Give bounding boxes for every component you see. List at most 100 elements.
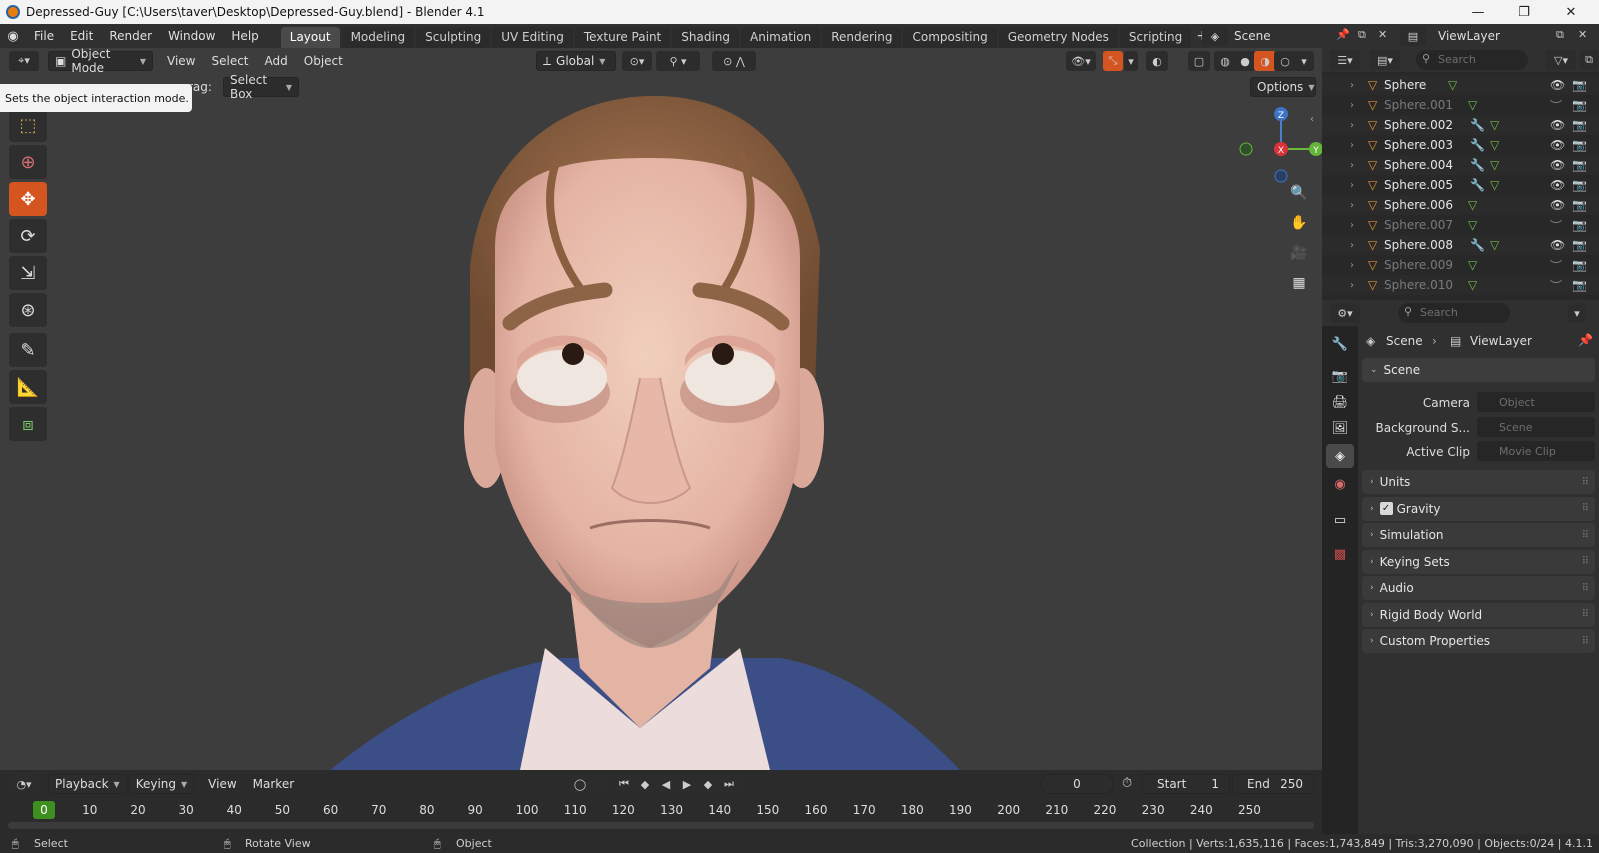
expand-chevron-icon[interactable]: › (1350, 80, 1354, 91)
new-collection-icon[interactable]: ⧉ (1580, 50, 1598, 70)
filter-icon[interactable]: ▽▾ (1546, 50, 1576, 70)
render-tab-icon[interactable]: 📷 (1326, 364, 1354, 388)
expand-chevron-icon[interactable]: › (1350, 100, 1354, 111)
eye-hidden-icon[interactable]: ︶ (1550, 97, 1562, 114)
render-camera-icon[interactable]: 📷 (1572, 178, 1587, 192)
output-tab-icon[interactable]: 🖨 (1326, 390, 1354, 414)
panel-custom-properties[interactable]: › Custom Properties ⠿ (1362, 629, 1595, 653)
expand-chevron-icon[interactable]: › (1350, 120, 1354, 131)
timeline-editor-type-icon[interactable]: ◔▾ (9, 774, 39, 794)
new-viewlayer-icon[interactable]: ⧉ (1556, 28, 1564, 42)
outliner-item-name[interactable]: Sphere.007 (1384, 218, 1453, 232)
menu-file[interactable]: File (26, 24, 62, 48)
tab-sculpting[interactable]: Sculpting (416, 27, 491, 48)
drag-handle-icon[interactable]: ⠿ (1582, 609, 1589, 620)
prev-keyframe-icon[interactable]: ◆ (635, 774, 655, 794)
outliner-item-name[interactable]: Sphere (1384, 78, 1426, 92)
transform-orientation-dropdown[interactable]: ⟂ Global ▼ (536, 51, 616, 71)
drag-handle-icon[interactable]: ⠿ (1582, 583, 1589, 594)
render-camera-icon[interactable]: 📷 (1572, 158, 1587, 172)
expand-chevron-icon[interactable]: › (1350, 280, 1354, 291)
3d-viewport[interactable]: ⌖▾ ▣ Object Mode ▼ View Select Add Object… (0, 48, 1322, 770)
render-camera-icon[interactable]: 📷 (1572, 258, 1587, 272)
modifier-wrench-icon[interactable]: 🔧 (1470, 178, 1485, 192)
expand-chevron-icon[interactable]: › (1350, 160, 1354, 171)
zoom-icon[interactable]: 🔍 (1286, 180, 1312, 206)
outliner-row[interactable]: › ▽ Sphere.007 ▽ ︶ 📷 (1322, 215, 1599, 235)
annotate-tool-icon[interactable]: ✎ (9, 333, 47, 367)
expand-chevron-icon[interactable]: › (1350, 140, 1354, 151)
tab-modeling[interactable]: Modeling (341, 27, 415, 48)
viewport-menu-view[interactable]: View (159, 54, 203, 68)
panel-simulation[interactable]: › Simulation ⠿ (1362, 523, 1595, 547)
display-mode-icon[interactable]: ▤▾ (1370, 50, 1400, 70)
minimize-button[interactable]: — (1455, 0, 1501, 24)
eye-visible-icon[interactable]: 👁 (1550, 118, 1565, 132)
expand-chevron-icon[interactable]: › (1350, 200, 1354, 211)
outliner-row[interactable]: › ▽ Sphere.010 ▽ ︶ 📷 (1322, 275, 1599, 295)
delete-viewlayer-icon[interactable]: ✕ (1578, 28, 1587, 41)
jump-start-icon[interactable]: ⏮ (614, 774, 634, 794)
render-camera-icon[interactable]: 📷 (1572, 118, 1587, 132)
tab-animation[interactable]: Animation (741, 27, 821, 48)
expand-chevron-icon[interactable]: › (1350, 180, 1354, 191)
outliner-row[interactable]: › ▽ Sphere.005 🔧 ▽ 👁 📷 (1322, 175, 1599, 195)
eye-visible-icon[interactable]: 👁 (1550, 78, 1565, 92)
modifier-wrench-icon[interactable]: 🔧 (1470, 158, 1485, 172)
eye-hidden-icon[interactable]: ︶ (1550, 217, 1562, 234)
camera-field[interactable]: Object (1477, 392, 1595, 412)
modifier-wrench-icon[interactable]: 🔧 (1470, 238, 1485, 252)
visibility-icon[interactable]: 👁▾ (1066, 51, 1096, 71)
rotate-tool-icon[interactable]: ⟳ (9, 219, 47, 253)
xray-icon[interactable]: ▢ (1188, 51, 1210, 71)
drag-handle-icon[interactable]: ⠿ (1582, 477, 1589, 488)
tab-texture-paint[interactable]: Texture Paint (574, 27, 671, 48)
tool-tab-icon[interactable]: 🔧 (1326, 332, 1354, 356)
render-camera-icon[interactable]: 📷 (1572, 138, 1587, 152)
menu-help[interactable]: Help (223, 24, 266, 48)
pin-scene-icon[interactable]: 📌 (1336, 28, 1350, 41)
panel-gravity[interactable]: › ✓ Gravity ⠿ (1362, 496, 1595, 521)
properties-options-icon[interactable]: ▾ (1568, 303, 1586, 323)
outliner-editor-type-icon[interactable]: ☰▾ (1330, 50, 1360, 70)
gizmo-toggle-icon[interactable]: ⤡ (1103, 51, 1123, 71)
mesh-data-icon[interactable]: ▽ (1468, 198, 1477, 212)
current-frame-field[interactable]: 0 (1040, 774, 1114, 794)
tab-shading[interactable]: Shading (672, 27, 739, 48)
timeline-scrollbar[interactable] (8, 822, 1314, 829)
tab-scripting[interactable]: Scripting (1119, 27, 1192, 48)
scale-tool-icon[interactable]: ⇲ (9, 256, 47, 290)
mesh-data-icon[interactable]: ▽ (1468, 98, 1477, 112)
eye-visible-icon[interactable]: 👁 (1550, 158, 1565, 172)
expand-chevron-icon[interactable]: › (1350, 260, 1354, 271)
expand-chevron-icon[interactable]: › (1350, 240, 1354, 251)
gravity-checkbox[interactable]: ✓ (1379, 502, 1393, 515)
measure-tool-icon[interactable]: 📐 (9, 370, 47, 404)
drag-handle-icon[interactable]: ⠿ (1582, 556, 1589, 567)
timeline-menu-marker[interactable]: Marker (245, 777, 302, 791)
mesh-data-icon[interactable]: ▽ (1490, 138, 1499, 152)
new-scene-icon[interactable]: ⧉ (1358, 28, 1366, 42)
properties-editor-type-icon[interactable]: ⚙▾ (1330, 303, 1360, 323)
auto-key-icon[interactable] (591, 774, 607, 794)
collection-tab-icon[interactable]: ▭ (1326, 508, 1354, 532)
viewport-menu-object[interactable]: Object (296, 54, 351, 68)
material-preview-icon[interactable]: ◑ (1254, 51, 1276, 71)
view-layer-tab-icon[interactable]: 🖼 (1326, 416, 1354, 440)
maximize-button[interactable]: ❐ (1501, 0, 1547, 24)
outliner-row[interactable]: › ▽ Sphere.006 ▽ 👁 📷 (1322, 195, 1599, 215)
mesh-data-icon[interactable]: ▽ (1490, 238, 1499, 252)
object-mode-dropdown[interactable]: ▣ Object Mode ▼ (48, 48, 153, 75)
panel-audio[interactable]: › Audio ⠿ (1362, 576, 1595, 600)
mesh-data-icon[interactable]: ▽ (1490, 178, 1499, 192)
drag-handle-icon[interactable]: ⠿ (1582, 636, 1589, 647)
menu-render[interactable]: Render (101, 24, 160, 48)
outliner-item-name[interactable]: Sphere.005 (1384, 178, 1453, 192)
eye-visible-icon[interactable]: 👁 (1550, 138, 1565, 152)
panel-rigid-body-world[interactable]: › Rigid Body World ⠿ (1362, 602, 1595, 627)
scene-panel-header[interactable]: ⌄ Scene (1362, 358, 1595, 382)
play-icon[interactable]: ▶ (677, 774, 697, 794)
outliner-row[interactable]: › ▽ Sphere.004 🔧 ▽ 👁 📷 (1322, 155, 1599, 175)
outliner-item-name[interactable]: Sphere.001 (1384, 98, 1453, 112)
render-camera-icon[interactable]: 📷 (1572, 198, 1587, 212)
